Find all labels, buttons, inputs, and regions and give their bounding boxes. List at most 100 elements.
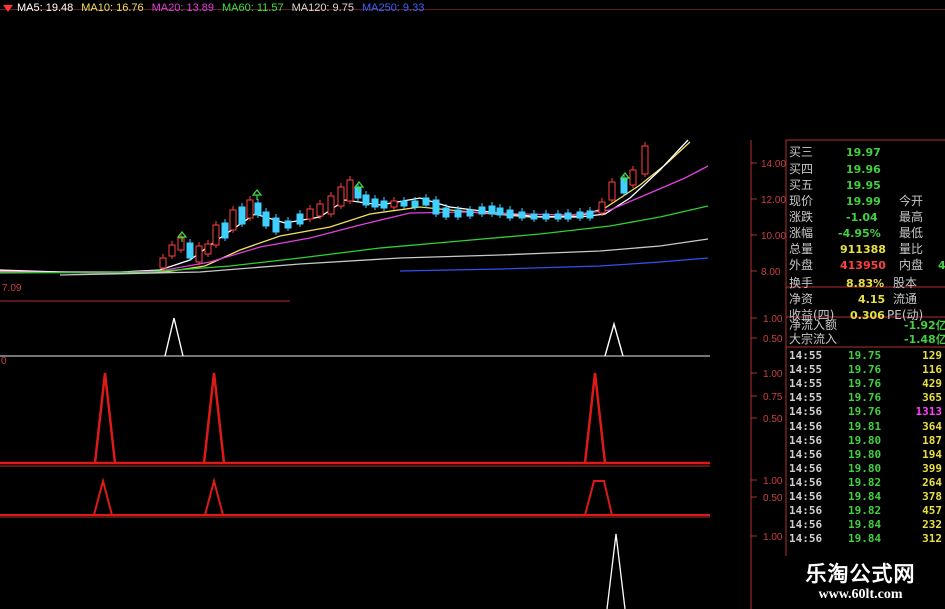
sub1-signal-spike (604, 321, 624, 357)
price-value: 19.99 (846, 195, 881, 208)
quote-row-buy3: 买三 19.97 (786, 145, 945, 160)
candle-body (272, 217, 280, 233)
candle-body (518, 211, 526, 219)
sub3-tick-label: 0.50 (763, 493, 783, 504)
candle-body (442, 207, 450, 218)
quote-row-bigflow: 大宗流入 -1.48亿 (786, 332, 945, 347)
candle-body (629, 169, 637, 186)
quote-row-buy5: 买五 19.95 (786, 178, 945, 193)
candle-body (390, 200, 398, 208)
candle-body (246, 199, 254, 219)
inner-value: 4 (938, 259, 945, 272)
candle-body (542, 213, 550, 220)
candle-body (262, 211, 270, 227)
ma250-label: MA250: 9.33 (361, 2, 425, 14)
tick-volume: 312 (922, 532, 942, 546)
buy-signal-arrow-icon (251, 189, 263, 196)
buy4-label: 买四 (789, 162, 814, 176)
quote-row-volume: 总量 911388 量比 (786, 242, 945, 257)
ma10-label: MA10: 16.76 (81, 2, 144, 14)
sub2-signal-spike (202, 372, 226, 464)
sub3-signal-spike (584, 480, 613, 516)
ratio-label: 量比 (899, 242, 924, 256)
candle-body (400, 200, 408, 207)
candle-body (337, 186, 345, 207)
quote-panel: 买三 19.97 买四 19.96 买五 19.95 现价 19.99 今开 涨… (786, 142, 945, 350)
sub3-signal-spike (93, 477, 113, 516)
candle-body (411, 200, 419, 208)
candle-body (620, 177, 628, 194)
float-label: 流通 (893, 292, 918, 306)
tick-row[interactable]: 14:56 19.84 312 (786, 530, 945, 548)
candle-body (229, 209, 237, 231)
candle-body (316, 203, 324, 217)
buy5-value: 19.95 (846, 179, 881, 192)
dropdown-arrow-icon[interactable] (3, 4, 13, 12)
candle-body (327, 195, 335, 215)
sub2-tick-label: 0.75 (763, 392, 783, 403)
candle-body (204, 243, 212, 255)
buy5-label: 买五 (789, 178, 814, 192)
sub1-tick-label: 0.50 (763, 334, 783, 345)
equity-label: 股本 (893, 276, 918, 290)
candle-body (380, 200, 388, 209)
candle-body (212, 224, 220, 246)
price-label: 现价 (789, 194, 814, 208)
volume-label: 总量 (789, 242, 814, 256)
candle-body (506, 209, 514, 219)
watermark-title: 乐淘公式网 (805, 561, 916, 586)
candle-body (454, 209, 462, 218)
pct-label: 涨幅 (789, 226, 814, 240)
candle-body (159, 257, 167, 269)
sub4-signal-spike (606, 533, 626, 609)
candle-body (554, 213, 562, 220)
candle-body (488, 205, 496, 215)
sub2-signal-spike (93, 372, 117, 464)
volume-value: 911388 (840, 243, 886, 256)
candle-body (466, 209, 474, 217)
sub1-tick-label: 1.00 (763, 314, 783, 325)
buy4-value: 19.96 (846, 163, 881, 176)
candle-body (371, 198, 379, 208)
sub2-left-marker: 0 (1, 356, 7, 367)
watermark: 乐淘公式网 www.60lt.com (776, 556, 945, 609)
quote-row-turnover: 换手 8.83% 股本 (786, 276, 945, 291)
candle-body (598, 201, 606, 214)
low-label: 最低 (899, 226, 924, 240)
ma20-label: MA20: 13.89 (151, 2, 215, 14)
low-price-label: 7.09 (2, 283, 22, 294)
candle-body (186, 242, 194, 259)
sub1-signal-spike (164, 317, 184, 357)
candle-body (354, 187, 362, 199)
ma120-label: MA120: 9.75 (291, 2, 354, 14)
nav-value: 4.15 (858, 293, 886, 306)
change-value: -1.04 (846, 211, 878, 224)
quote-row-outer: 外盘 413950 内盘 4 (786, 258, 945, 273)
candle-body (530, 213, 538, 220)
sub2-tick-label: 1.00 (763, 369, 783, 380)
quote-row-price: 现价 19.99 今开 (786, 194, 945, 209)
buy-signal-arrow-icon (353, 181, 365, 188)
sub4-tick-label: 1.00 (763, 532, 783, 543)
ma60-label: MA60: 11.57 (222, 2, 284, 14)
sub2-signal-spike (583, 372, 607, 464)
high-label: 最高 (899, 210, 924, 224)
candle-body (496, 207, 504, 216)
quote-row-change: 涨跌 -1.04 最高 (786, 210, 945, 225)
ma250-line (399, 257, 709, 272)
buy-signal-arrow-icon (619, 172, 631, 179)
tick-time: 14:56 (789, 532, 823, 546)
tick-list[interactable]: 14:55 19.75 129 14:55 19.76 116 14:55 19.76 429 1… (786, 347, 945, 557)
inner-label: 内盘 (899, 258, 924, 272)
turnover-label: 换手 (789, 276, 814, 290)
candle-body (238, 206, 246, 225)
candle-body (576, 211, 584, 219)
candle-body (195, 245, 203, 263)
tick-price: 19.84 (848, 532, 882, 546)
open-label: 今开 (899, 194, 924, 208)
netflow-value: -1.92亿 (904, 319, 945, 332)
candle-body (586, 210, 594, 219)
candle-body (478, 206, 486, 215)
change-label: 涨跌 (789, 210, 814, 224)
sub3-signal-spike (204, 477, 224, 516)
